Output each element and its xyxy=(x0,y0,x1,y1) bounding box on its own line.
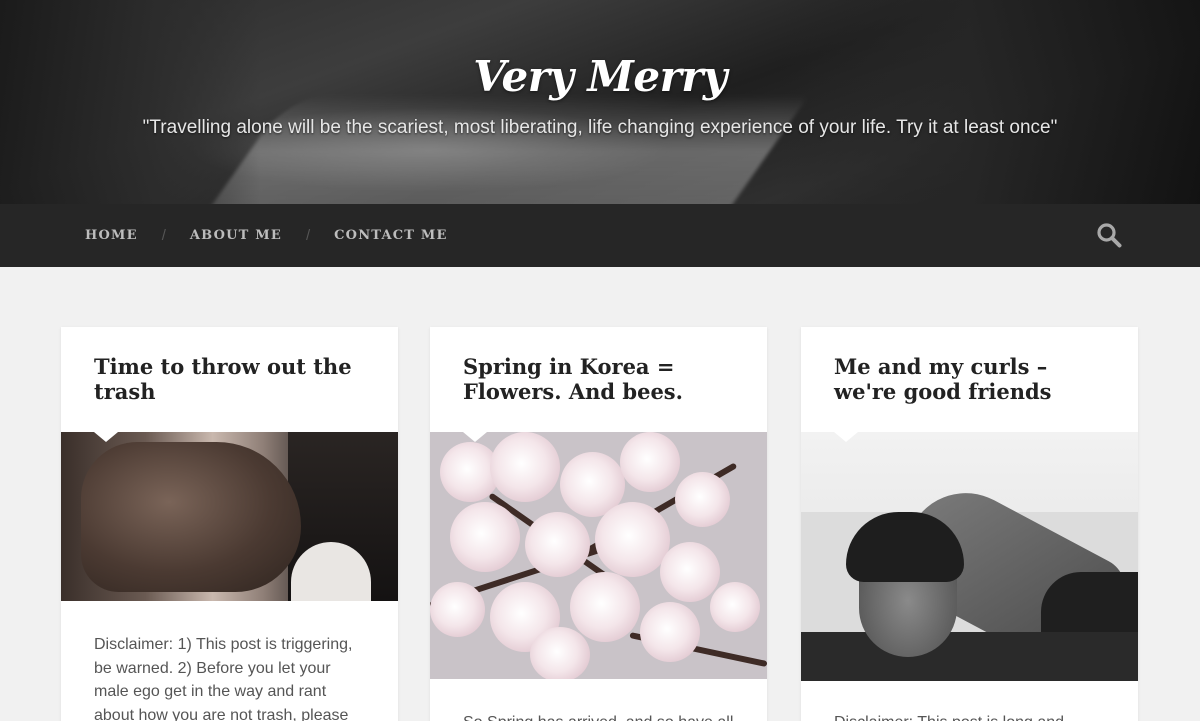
nav-separator: / xyxy=(305,227,311,244)
site-tagline: "Travelling alone will be the scariest, … xyxy=(142,117,1058,138)
nav-item-home[interactable]: HOME xyxy=(85,228,138,243)
post-featured-image[interactable] xyxy=(61,432,398,601)
nav-item-contact-me[interactable]: CONTACT ME xyxy=(334,228,447,243)
post-featured-image[interactable] xyxy=(801,432,1138,681)
nav-item-about-me[interactable]: ABOUT ME xyxy=(190,228,282,243)
post-card: Spring in Korea = Flowers. And bees. So … xyxy=(430,327,767,721)
post-excerpt: So Spring has arrived, and so have all xyxy=(463,711,735,721)
post-card: Time to throw out the trash Disclaimer: … xyxy=(61,327,398,721)
post-title[interactable]: Time to throw out the trash xyxy=(94,354,374,404)
post-excerpt: Disclaimer: 1) This post is triggering, … xyxy=(94,636,353,721)
nav-separator: / xyxy=(161,227,166,244)
post-featured-image[interactable] xyxy=(430,432,767,679)
search-icon[interactable] xyxy=(1096,222,1122,248)
main-navigation: HOME / ABOUT ME / CONTACT ME xyxy=(0,204,1200,267)
post-title[interactable]: Me and my curls – we're good friends xyxy=(834,354,1114,404)
header-background-image xyxy=(190,95,810,204)
site-title[interactable]: Very Merry xyxy=(0,52,1200,101)
post-excerpt: Disclaimer: This post is long and xyxy=(834,711,1106,721)
site-header: Very Merry "Travelling alone will be the… xyxy=(0,0,1200,204)
post-title[interactable]: Spring in Korea = Flowers. And bees. xyxy=(463,354,743,404)
post-card: Me and my curls – we're good friends Dis… xyxy=(801,327,1138,721)
